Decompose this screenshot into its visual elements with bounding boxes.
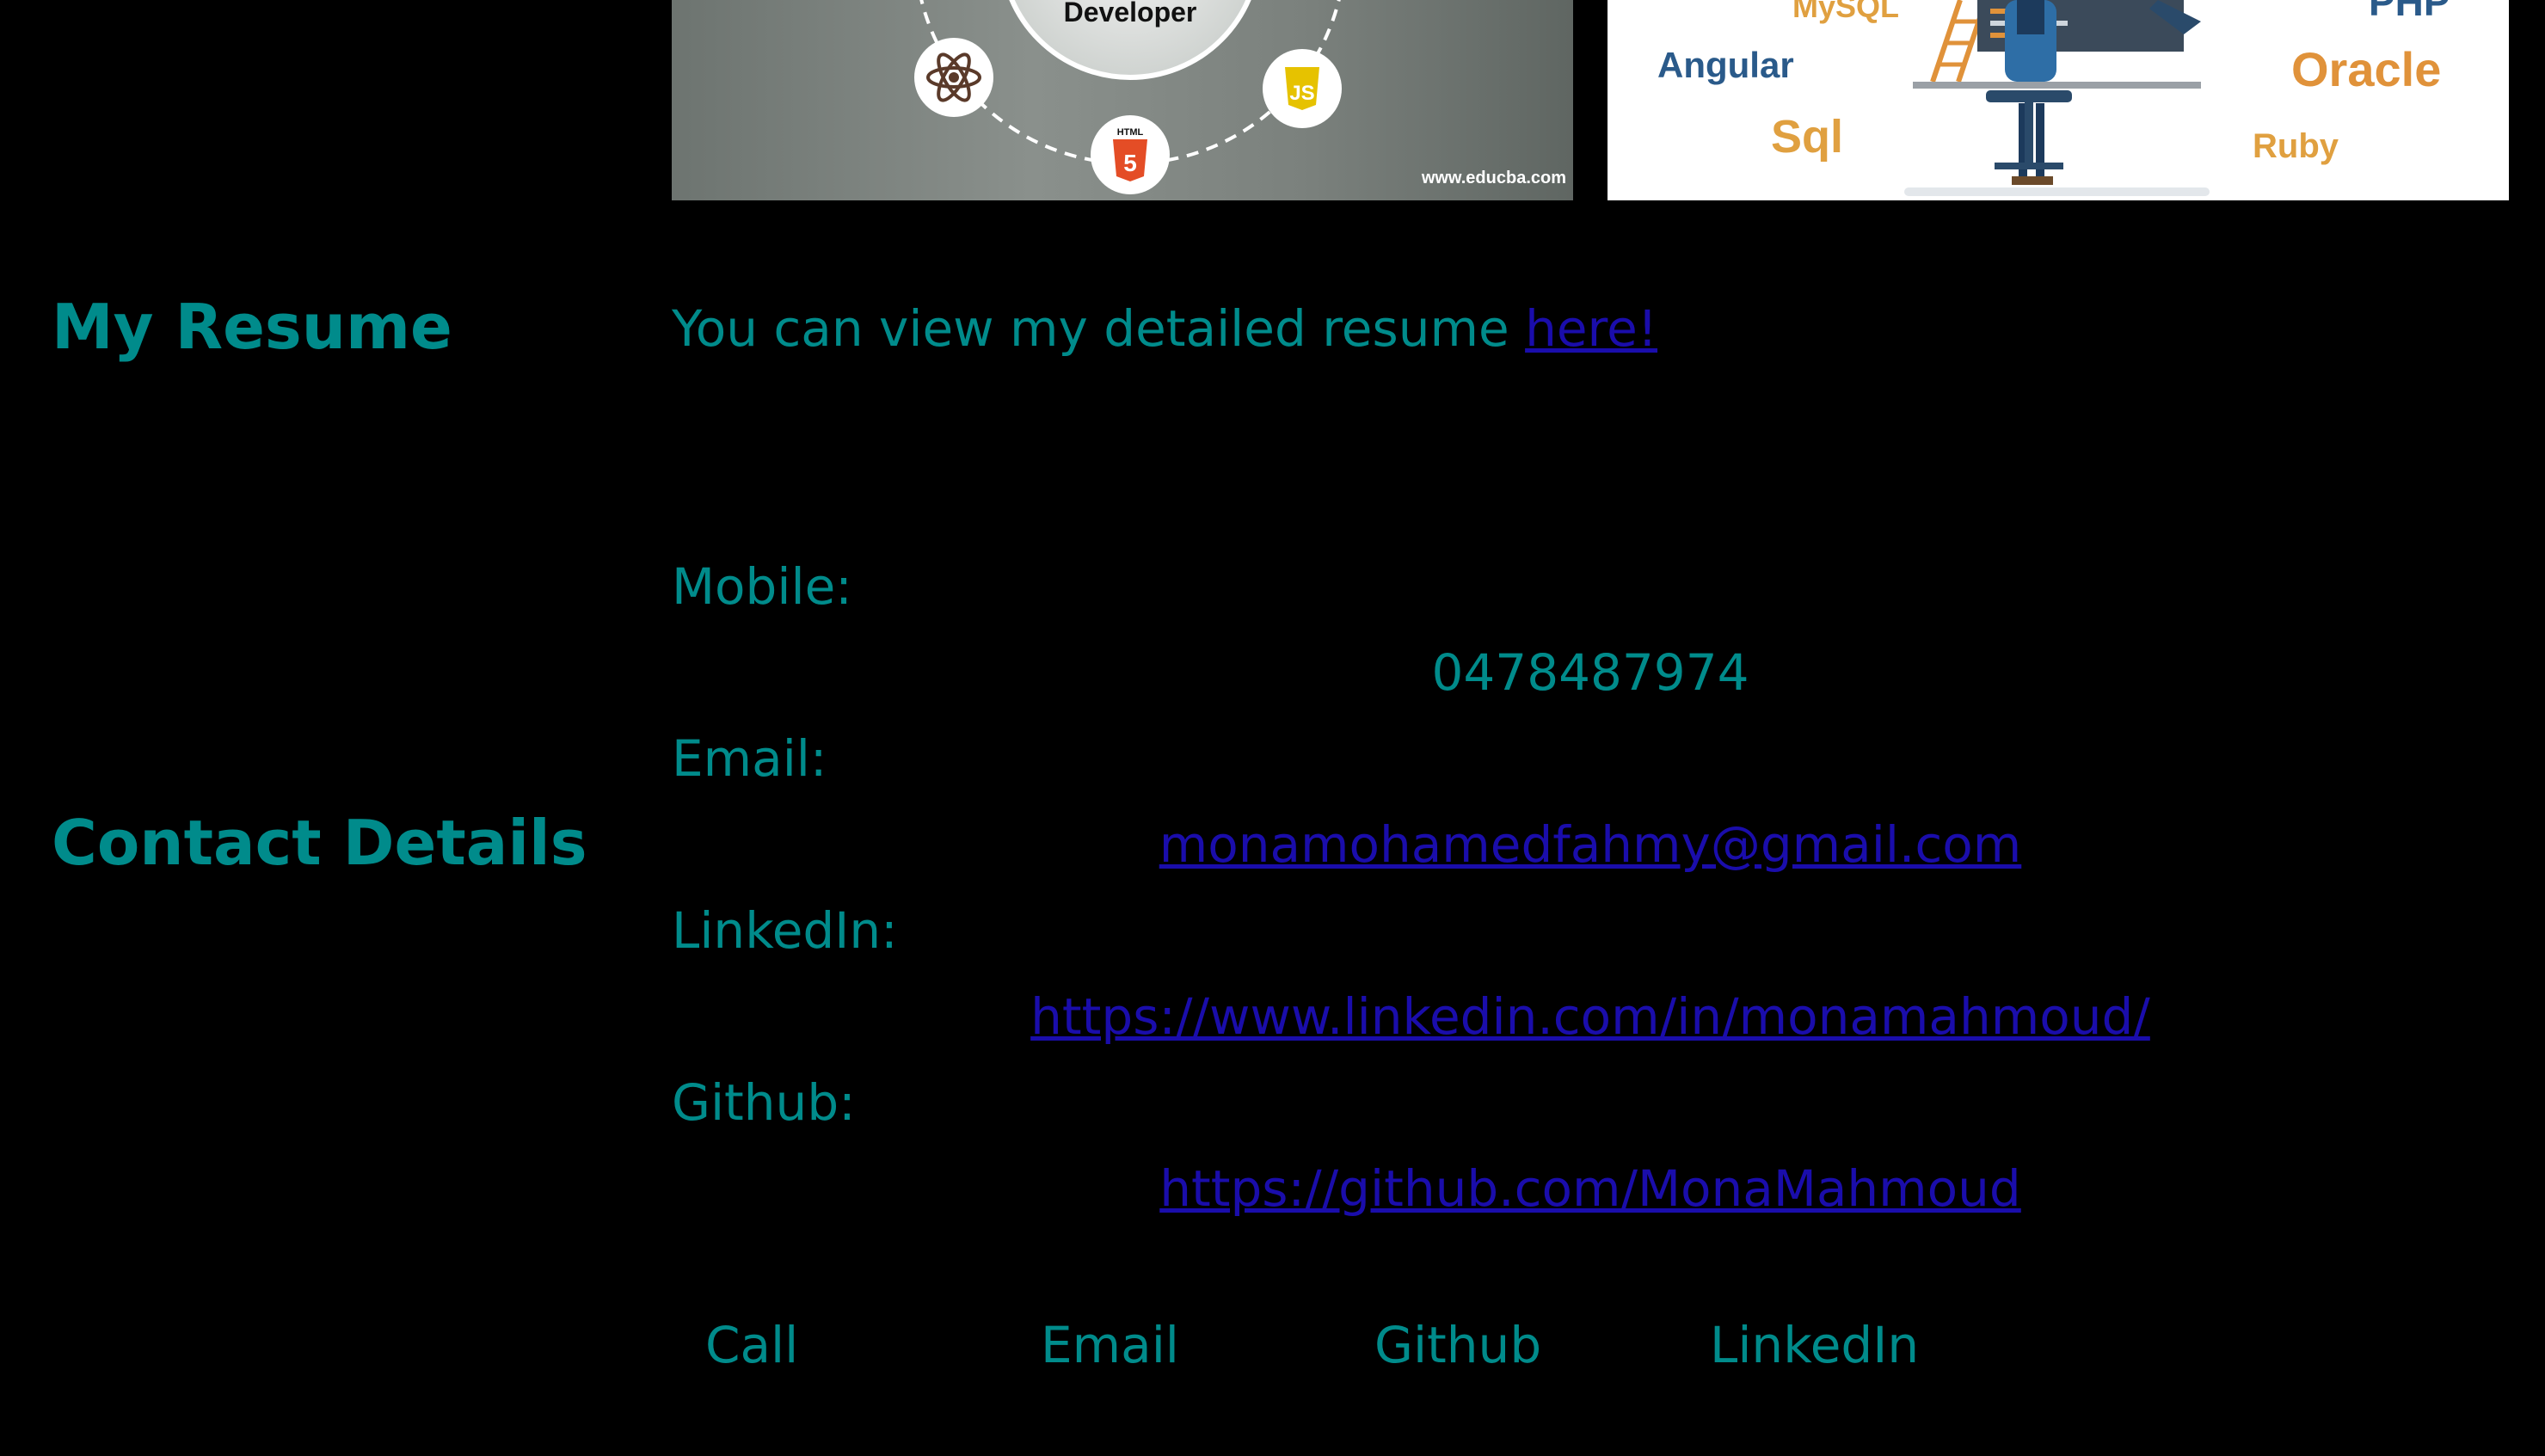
- programming-languages-illustration: MySQL PHP Angular Oracle Sql Ruby: [1657, 0, 2450, 196]
- github-label: Github:: [672, 1073, 856, 1132]
- email-value: monamohamedfahmy@gmail.com: [672, 815, 2509, 874]
- image-credit: www.educba.com: [1421, 169, 1566, 187]
- mobile-value: 0478487974: [1431, 643, 1749, 702]
- svg-text:JS: JS: [1289, 82, 1314, 105]
- word-sql: Sql: [1771, 111, 1843, 163]
- email-link[interactable]: monamohamedfahmy@gmail.com: [1159, 815, 2022, 874]
- github-value: https://github.com/MonaMahmoud: [672, 1159, 2509, 1218]
- email-label: Email:: [672, 729, 827, 788]
- github-button[interactable]: Github: [1374, 1316, 1541, 1374]
- word-ruby: Ruby: [2253, 127, 2339, 165]
- web-developer-illustration: Developer HTML 5 JS www.educba.com: [914, 0, 1566, 194]
- resume-section-title: My Resume: [52, 291, 452, 363]
- word-mysql: MySQL: [1792, 0, 1899, 24]
- linkedin-link[interactable]: https://www.linkedin.com/in/monamahmoud/: [1030, 987, 2150, 1046]
- linkedin-button[interactable]: LinkedIn: [1710, 1316, 1919, 1374]
- word-php: PHP: [2369, 0, 2450, 24]
- call-button[interactable]: Call: [705, 1316, 798, 1374]
- contact-section-title: Contact Details: [52, 807, 587, 879]
- chair-icon: [1986, 90, 2072, 169]
- resume-link[interactable]: here!: [1525, 299, 1657, 358]
- floor-shadow: [1904, 187, 2210, 196]
- desk: [1913, 82, 2201, 89]
- resume-description: You can view my detailed resume here!: [672, 299, 1657, 358]
- linkedin-label: LinkedIn:: [672, 901, 898, 960]
- javascript-icon: JS: [1263, 49, 1342, 128]
- word-oracle: Oracle: [2291, 42, 2441, 96]
- developer-label: Developer: [1064, 0, 1197, 28]
- linkedin-value: https://www.linkedin.com/in/monamahmoud/: [672, 987, 2509, 1046]
- html5-icon: HTML 5: [1091, 115, 1170, 194]
- programming-languages-image: MySQL PHP Angular Oracle Sql Ruby: [1608, 0, 2509, 200]
- web-developer-image: Developer HTML 5 JS www.educba.com: [672, 0, 1573, 200]
- word-angular: Angular: [1657, 45, 1794, 85]
- github-link[interactable]: https://github.com/MonaMahmoud: [1159, 1159, 2021, 1218]
- svg-text:5: 5: [1123, 150, 1137, 176]
- email-button[interactable]: Email: [1041, 1316, 1179, 1374]
- react-icon: [914, 38, 993, 117]
- mobile-label: Mobile:: [672, 557, 852, 616]
- resume-text: You can view my detailed resume: [672, 299, 1526, 358]
- page: Developer HTML 5 JS www.educba.com MySQL…: [0, 0, 2545, 1456]
- svg-text:HTML: HTML: [1117, 127, 1144, 138]
